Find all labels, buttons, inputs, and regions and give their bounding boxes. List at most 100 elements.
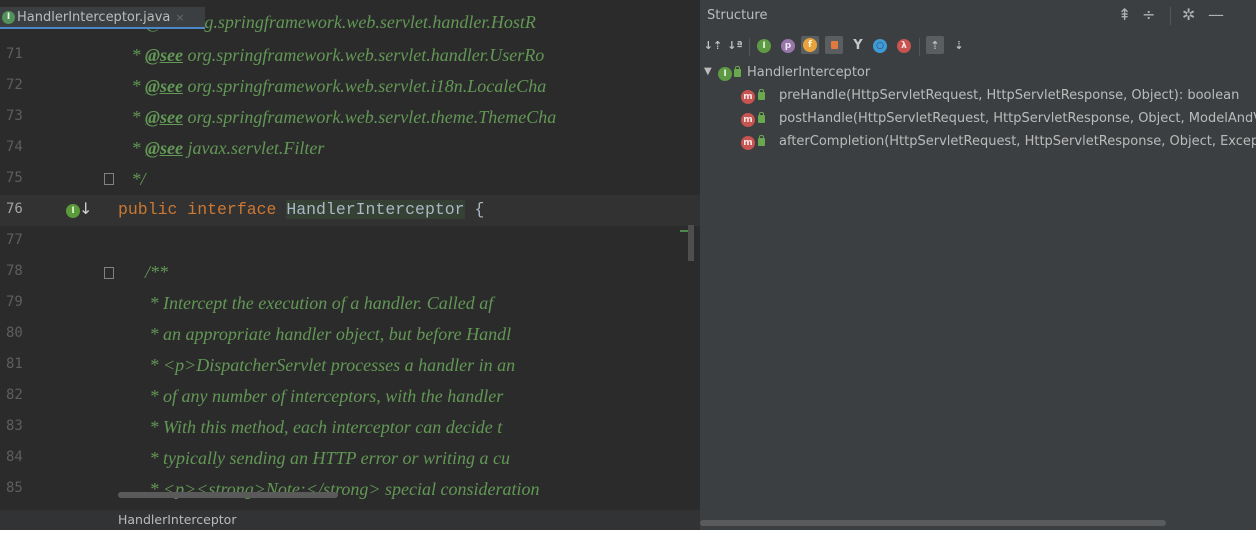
vertical-scrollbar[interactable] [688, 225, 694, 261]
tree-root-label: HandlerInterceptor [747, 65, 871, 80]
code-text: * typically sending an HTTP error or wri… [118, 448, 511, 470]
line-number[interactable]: 84 [6, 449, 23, 465]
code-text: * @see org.springframework.web.servlet.i… [118, 76, 547, 98]
show-anonymous-icon[interactable]: ○ [873, 39, 887, 53]
code-text: * With this method, each interceptor can… [118, 417, 503, 439]
breadcrumb[interactable]: HandlerInterceptor [118, 512, 236, 527]
code-line[interactable]: 84 * typically sending an HTTP error or … [0, 443, 700, 474]
sort-by-visibility-icon[interactable]: ↓⇡ [704, 36, 722, 54]
comment-text: */ [118, 169, 146, 189]
autoscroll-to-source-icon[interactable]: ⇡ [926, 36, 944, 54]
implemented-interface-icon[interactable]: I [66, 204, 80, 218]
tab-label: HandlerInterceptor.java [17, 9, 171, 25]
expand-arrow-icon[interactable]: ▼ [704, 66, 712, 77]
code-line[interactable]: 79 * Intercept the execution of a handle… [0, 288, 700, 319]
code-text: * @see javax.servlet.Filter [118, 138, 325, 160]
sort-alphabetically-icon[interactable]: ↓ª [726, 36, 744, 54]
code-text: * @see org.springframework.web.servlet.h… [118, 45, 545, 67]
code-text: /** [118, 262, 168, 284]
comment-text: org.springframework.web.servlet.handler.… [182, 45, 545, 65]
comment-text: * [118, 107, 145, 127]
code-line[interactable]: 72 * @see org.springframework.web.servle… [0, 71, 700, 102]
code-text: public interface HandlerInterceptor { [118, 200, 484, 220]
fields-icon: f [803, 38, 817, 52]
method-icon: m [741, 136, 755, 150]
close-icon[interactable]: × [175, 11, 184, 24]
public-lock-icon [734, 66, 741, 77]
code-line[interactable]: 83 * With this method, each interceptor … [0, 412, 700, 443]
line-number[interactable]: 74 [6, 139, 23, 155]
line-number[interactable]: 83 [6, 418, 23, 434]
comment-text: /** [118, 262, 169, 282]
toolbar-separator [919, 38, 920, 56]
horizontal-scrollbar[interactable] [118, 492, 338, 498]
show-inherited-icon[interactable]: I [757, 39, 771, 53]
arrow-down-icon[interactable]: ↓ [79, 199, 92, 218]
code-line[interactable]: 82 * of any number of interceptors, with… [0, 381, 700, 412]
hide-panel-icon[interactable]: — [1208, 5, 1224, 24]
show-lambdas-icon[interactable]: Y [849, 36, 867, 54]
brace-text: { [464, 200, 485, 219]
line-number[interactable]: 75 [6, 170, 23, 186]
comment-text: org.springframework.web.servlet.i18n.Loc… [182, 76, 547, 96]
code-line[interactable]: 80 * an appropriate handler object, but … [0, 319, 700, 350]
line-number[interactable]: 77 [6, 232, 23, 248]
code-line[interactable]: 76 public interface HandlerInterceptor { [0, 195, 700, 226]
breadcrumb-bar: HandlerInterceptor [0, 510, 700, 530]
line-number[interactable]: 72 [6, 77, 23, 93]
structure-header: Structure ⇞ ÷ ✲ — [700, 0, 1256, 32]
collapse-all-icon[interactable]: ÷ [1142, 5, 1155, 24]
line-number[interactable]: 76 [6, 201, 23, 217]
autoscroll-from-source-icon[interactable]: ⇣ [950, 36, 968, 54]
show-non-public-button[interactable] [825, 36, 843, 54]
fold-end-icon[interactable] [104, 173, 114, 185]
comment-text: * Intercept the execution of a handler. … [118, 293, 494, 313]
gear-icon[interactable]: ✲ [1182, 5, 1195, 24]
tree-root-row[interactable]: ▼ I HandlerInterceptor [700, 62, 1256, 85]
tree-method-row[interactable]: m postHandle(HttpServletRequest, HttpSer… [700, 108, 1256, 131]
code-line[interactable]: 77 [0, 226, 700, 257]
line-number[interactable]: 71 [6, 46, 23, 62]
code-area[interactable]: * @see org.springframework.web.servlet.h… [0, 0, 700, 510]
code-text: * Intercept the execution of a handler. … [118, 293, 494, 315]
method-icon: m [741, 113, 755, 127]
code-line[interactable]: 74 * @see javax.servlet.Filter [0, 133, 700, 164]
line-number[interactable]: 78 [6, 263, 23, 279]
code-text: * of any number of interceptors, with th… [118, 386, 504, 408]
code-editor[interactable]: * @see org.springframework.web.servlet.h… [0, 0, 700, 530]
javadoc-tag: @see [145, 107, 183, 127]
method-label: afterCompletion(HttpServletRequest, Http… [779, 134, 1256, 149]
code-text: * @see org.springframework.web.servlet.t… [118, 107, 557, 129]
tree-method-row[interactable]: m afterCompletion(HttpServletRequest, Ht… [700, 131, 1256, 154]
line-number[interactable]: 80 [6, 325, 23, 341]
comment-text: * [118, 45, 145, 65]
show-fields-button[interactable]: f [801, 36, 819, 54]
class-name-text: HandlerInterceptor [286, 200, 465, 219]
code-text: * an appropriate handler object, but bef… [118, 324, 512, 346]
method-icon: m [741, 90, 755, 104]
show-properties-icon[interactable]: p [781, 39, 795, 53]
fold-start-icon[interactable] [104, 267, 114, 279]
public-lock-icon [758, 112, 765, 123]
line-number[interactable]: 82 [6, 387, 23, 403]
expand-all-icon[interactable]: ⇞ [1118, 5, 1131, 24]
comment-text: * of any number of interceptors, with th… [118, 386, 504, 406]
tree-method-row[interactable]: m preHandle(HttpServletRequest, HttpServ… [700, 85, 1256, 108]
structure-panel: Structure ⇞ ÷ ✲ — ↓⇡ ↓ª I p f Y ○ λ ⇡ ⇣ … [700, 0, 1256, 530]
line-number[interactable]: 81 [6, 356, 23, 372]
line-number[interactable]: 85 [6, 480, 23, 496]
horizontal-scrollbar[interactable] [700, 520, 1166, 526]
code-line[interactable]: 81 * <p>DispatcherServlet processes a ha… [0, 350, 700, 381]
comment-text: * [118, 76, 145, 96]
lambda-icon[interactable]: λ [897, 39, 911, 53]
code-line[interactable]: 71 * @see org.springframework.web.servle… [0, 40, 700, 71]
public-lock-icon [758, 135, 765, 146]
line-number[interactable]: 79 [6, 294, 23, 310]
panel-title: Structure [707, 8, 768, 23]
code-line[interactable]: 85 * <p><strong>Note:</strong> special c… [0, 474, 700, 505]
code-text: * <p>DispatcherServlet processes a handl… [118, 355, 520, 377]
editor-tab[interactable]: I HandlerInterceptor.java × [0, 7, 205, 29]
line-number[interactable]: 73 [6, 108, 23, 124]
code-line[interactable]: 73 * @see org.springframework.web.servle… [0, 102, 700, 133]
toolbar-separator [749, 38, 750, 56]
